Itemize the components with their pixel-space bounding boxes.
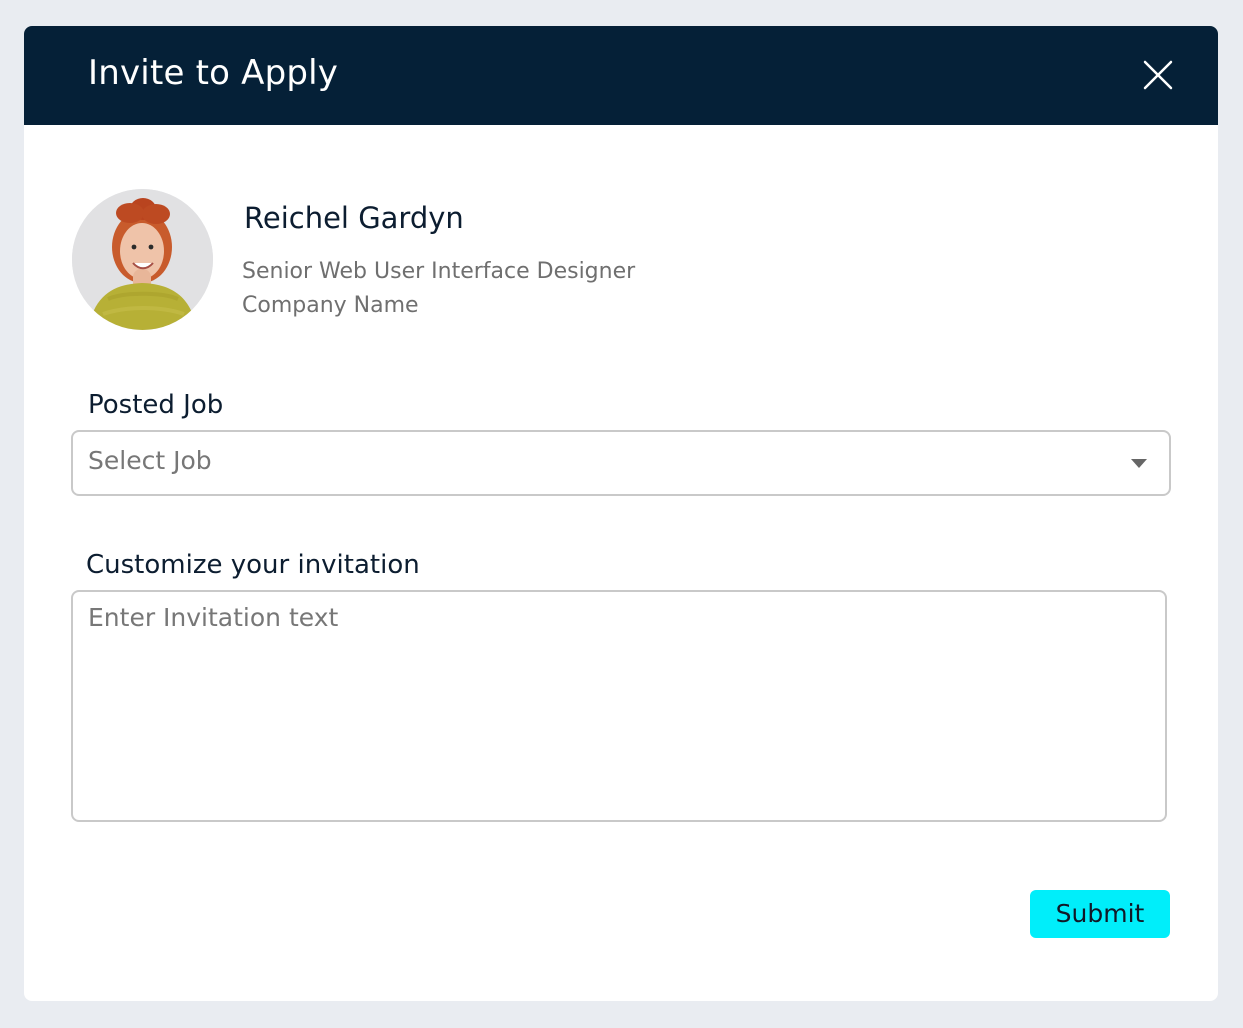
modal-header: Invite to Apply bbox=[24, 26, 1218, 125]
submit-button[interactable]: Submit bbox=[1030, 890, 1170, 938]
posted-job-select[interactable]: Select Job bbox=[71, 430, 1171, 496]
avatar-photo bbox=[72, 189, 213, 330]
invitation-label: Customize your invitation bbox=[86, 550, 420, 580]
close-button[interactable] bbox=[1136, 53, 1180, 97]
invitation-textarea[interactable] bbox=[71, 590, 1167, 822]
dropdown-arrow-icon bbox=[1131, 459, 1147, 468]
invite-modal: Invite to Apply Reichel Gardyn Senior We… bbox=[24, 26, 1218, 1001]
candidate-profile: Reichel Gardyn Senior Web User Interface… bbox=[72, 189, 772, 331]
candidate-name: Reichel Gardyn bbox=[244, 201, 464, 235]
close-icon bbox=[1143, 60, 1173, 90]
avatar bbox=[72, 189, 213, 330]
posted-job-selected-value: Select Job bbox=[88, 446, 212, 475]
candidate-title: Senior Web User Interface Designer bbox=[242, 259, 636, 284]
posted-job-label: Posted Job bbox=[88, 390, 224, 420]
modal-title: Invite to Apply bbox=[88, 53, 339, 93]
candidate-company: Company Name bbox=[242, 293, 419, 318]
